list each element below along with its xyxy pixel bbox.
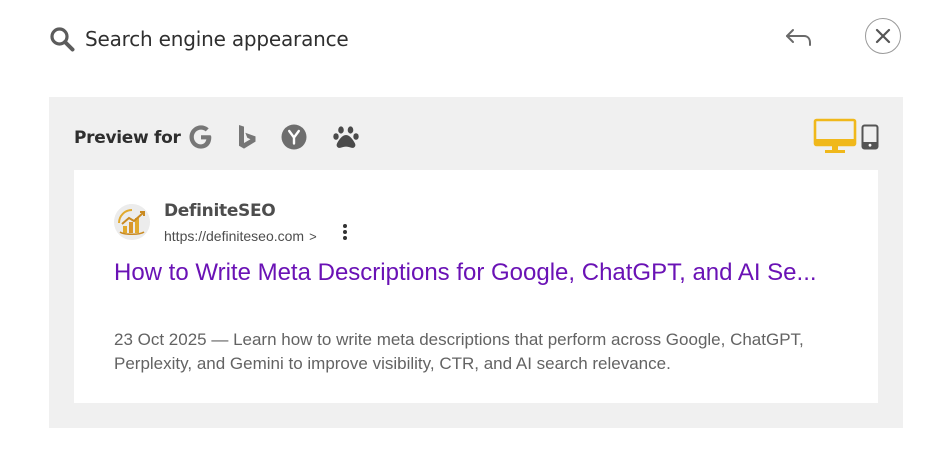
search-icon: [50, 27, 75, 52]
modal-header: Search engine appearance: [0, 0, 952, 80]
url-text: https://definiteseo.com: [164, 228, 305, 244]
url-separator: >: [309, 229, 317, 244]
site-name: DefiniteSEO: [164, 201, 276, 221]
site-favicon: [114, 204, 150, 240]
google-icon[interactable]: [186, 122, 216, 152]
result-title-link[interactable]: How to Write Meta Descriptions for Googl…: [114, 258, 834, 287]
preview-panel: Preview for DefiniteSEO https://definite…: [49, 97, 903, 428]
serp-result-card: DefiniteSEO https://definiteseo.com > How…: [74, 170, 878, 403]
yahoo-icon[interactable]: [279, 122, 309, 152]
baidu-paw-icon[interactable]: [331, 122, 361, 152]
close-icon: [875, 28, 891, 44]
site-url: https://definiteseo.com >: [164, 228, 317, 244]
more-options-icon[interactable]: [340, 223, 350, 241]
close-button[interactable]: [865, 18, 901, 54]
result-description: 23 Oct 2025 — Learn how to write meta de…: [114, 330, 804, 373]
preview-for-label: Preview for: [74, 128, 181, 148]
panel-title: Search engine appearance: [85, 27, 349, 51]
desktop-icon[interactable]: [813, 118, 857, 155]
bing-icon[interactable]: [232, 122, 262, 152]
mobile-icon[interactable]: [860, 124, 880, 150]
undo-arrow-icon[interactable]: [784, 24, 814, 52]
chart-logo-icon: [114, 204, 150, 240]
